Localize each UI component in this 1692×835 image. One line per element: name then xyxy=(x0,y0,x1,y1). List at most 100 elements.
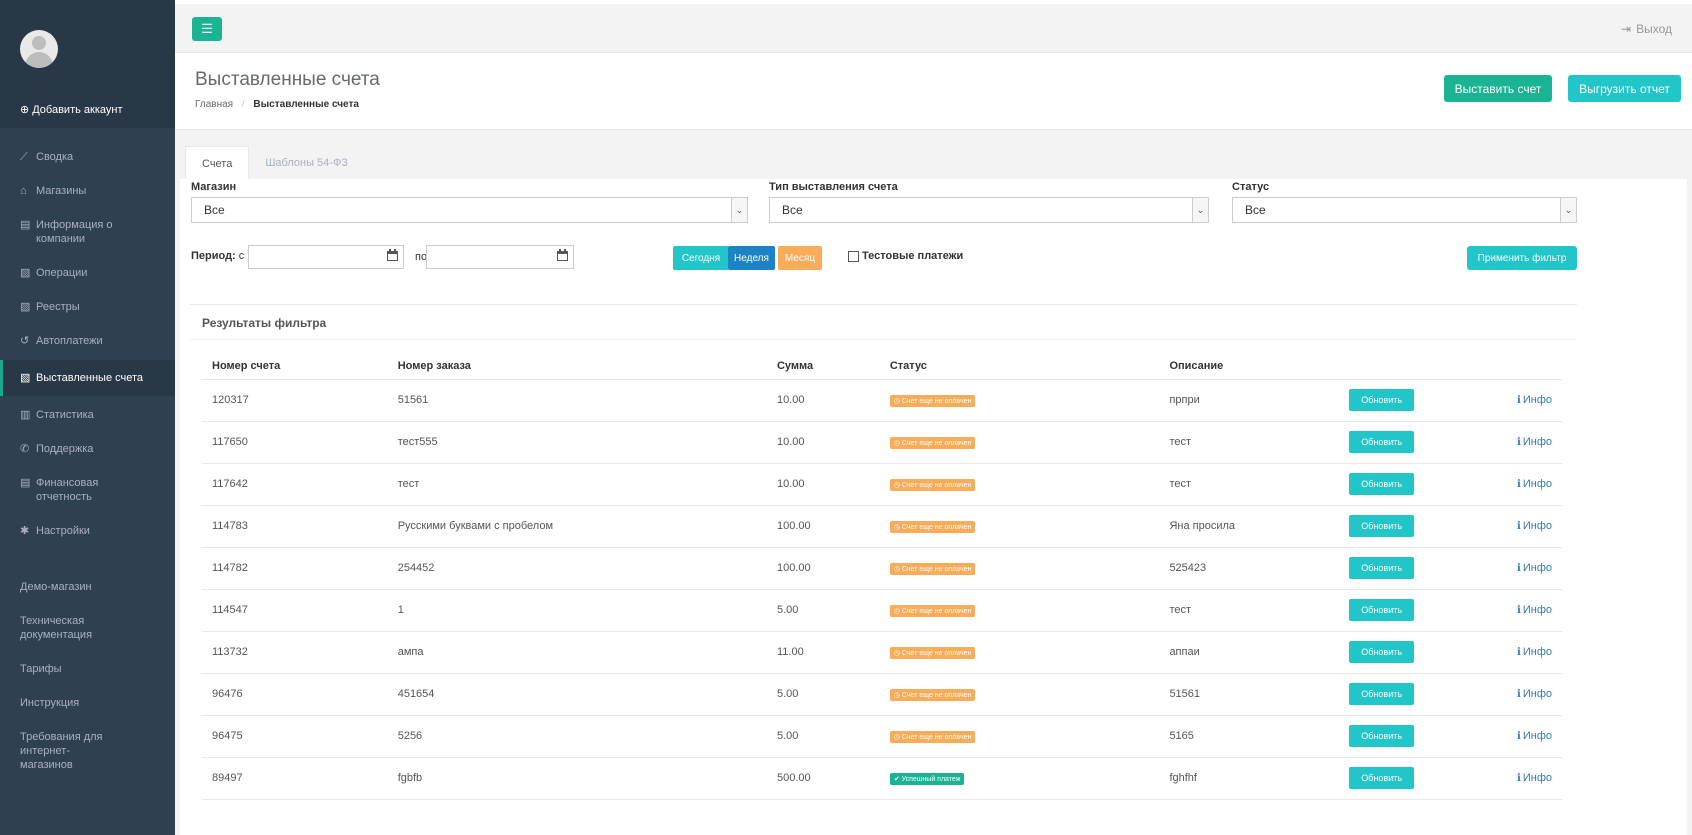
invoice-number: 96475 xyxy=(202,715,388,758)
refresh-button[interactable]: Обновить xyxy=(1349,557,1415,579)
today-button[interactable]: Сегодня xyxy=(673,246,729,270)
tab-invoices[interactable]: Счета xyxy=(185,146,250,180)
order-number: Русскими буквами с пробелом xyxy=(387,505,767,548)
breadcrumb: Главная / Выставленные счета xyxy=(195,99,359,110)
info-label: Инфо xyxy=(1522,436,1552,448)
info-link[interactable]: i Инфо xyxy=(1517,604,1552,616)
sidebar-item-autopayments[interactable]: ↺ Автоплатежи xyxy=(0,334,175,348)
invoice-type-select-value: Все xyxy=(782,203,803,217)
refresh-button[interactable]: Обновить xyxy=(1349,725,1415,747)
week-button[interactable]: Неделя xyxy=(728,246,775,270)
avatar[interactable] xyxy=(20,30,58,68)
refresh-button[interactable]: Обновить xyxy=(1349,599,1415,621)
info-cell: i Инфо xyxy=(1507,757,1562,800)
menu-toggle-button[interactable]: ☰ xyxy=(192,17,222,41)
info-link[interactable]: i Инфо xyxy=(1517,772,1552,784)
sidebar-link-instruction[interactable]: Инструкция xyxy=(0,696,175,710)
refresh-button[interactable]: Обновить xyxy=(1349,767,1415,789)
info-cell: i Инфо xyxy=(1507,673,1562,716)
order-number: fgbfb xyxy=(387,757,767,800)
sidebar-link-shop-requirements[interactable]: Требования для интернет-магазинов xyxy=(0,730,130,772)
file-icon: ▤ xyxy=(20,219,31,231)
chevron-down-icon: ⌄ xyxy=(1192,198,1208,222)
invoice-description: тест xyxy=(1159,463,1340,506)
invoices-table: Номер счета Номер заказа Сумма Статус Оп… xyxy=(202,353,1562,800)
status-select[interactable]: Все ⌄ xyxy=(1232,197,1577,223)
calendar-icon[interactable] xyxy=(556,249,569,262)
sidebar-item-summary[interactable]: ⟋ Сводка xyxy=(0,150,175,164)
info-link[interactable]: i Инфо xyxy=(1517,436,1552,448)
add-account-link[interactable]: ⊕ Добавить аккаунт xyxy=(20,103,122,117)
info-cell: i Инфо xyxy=(1507,631,1562,674)
create-invoice-button[interactable]: Выставить счет xyxy=(1444,75,1552,102)
test-payments-checkbox[interactable] xyxy=(848,250,859,262)
column-header-sum: Сумма xyxy=(766,353,880,380)
copy-icon: ▧ xyxy=(20,301,31,313)
invoice-sum: 11.00 xyxy=(766,631,880,674)
calendar-icon[interactable] xyxy=(386,249,399,262)
sidebar-item-operations[interactable]: ▧ Операции xyxy=(0,266,175,280)
profile-area: ⊕ Добавить аккаунт xyxy=(0,0,175,128)
invoice-description: Яна просила xyxy=(1159,505,1340,548)
invoice-type-select[interactable]: Все ⌄ xyxy=(769,197,1209,223)
invoice-number: 113732 xyxy=(202,631,388,674)
actions-cell: Обновить xyxy=(1339,505,1508,548)
clock-icon: ◷ xyxy=(893,733,902,741)
info-link[interactable]: i Инфо xyxy=(1517,688,1552,700)
logout-link[interactable]: ⇥ Выход xyxy=(1621,22,1672,36)
clock-icon: ◷ xyxy=(893,691,902,699)
breadcrumb-home[interactable]: Главная xyxy=(195,99,233,110)
refresh-button[interactable]: Обновить xyxy=(1349,641,1415,663)
divider xyxy=(190,304,1577,305)
tab-templates-54fz[interactable]: Шаблоны 54-ФЗ xyxy=(249,146,364,180)
info-cell: i Инфо xyxy=(1507,379,1562,422)
clock-icon: ◷ xyxy=(893,649,902,657)
status-badge: ◷ Счет еще не оплачен xyxy=(889,646,976,659)
sidebar-item-statistics[interactable]: ▥ Статистика xyxy=(0,408,175,422)
refresh-button[interactable]: Обновить xyxy=(1349,683,1415,705)
invoice-description: 51561 xyxy=(1159,673,1340,716)
status-badge-label: Счет еще не оплачен xyxy=(901,439,972,447)
status-badge: ◷ Счет еще не оплачен xyxy=(889,394,976,407)
info-link[interactable]: i Инфо xyxy=(1517,520,1552,532)
info-link[interactable]: i Инфо xyxy=(1517,562,1552,574)
sidebar-link-demo-shop[interactable]: Демо-магазин xyxy=(0,580,175,594)
sidebar-link-tech-docs[interactable]: Техническая документация xyxy=(0,614,120,642)
status-badge: ◷ Счет еще не оплачен xyxy=(889,730,976,743)
info-icon: i xyxy=(1517,689,1521,700)
invoice-number: 120317 xyxy=(202,379,388,422)
sidebar-nav: ⟋ Сводка ⌂ Магазины ▤ Информация о компа… xyxy=(0,150,175,538)
invoice-sum: 100.00 xyxy=(766,505,880,548)
sidebar-item-settings[interactable]: ✱ Настройки xyxy=(0,524,175,538)
sidebar-item-financial-reports[interactable]: ▤ Финансовая отчетность xyxy=(0,476,175,504)
status-badge: ◷ Счет еще не оплачен xyxy=(889,562,976,575)
apply-filter-button[interactable]: Применить фильтр xyxy=(1467,246,1577,270)
info-label: Инфо xyxy=(1522,646,1552,658)
info-link[interactable]: i Инфо xyxy=(1517,394,1552,406)
status-badge-label: Счет еще не оплачен xyxy=(901,607,972,615)
export-report-button[interactable]: Выгрузить отчет xyxy=(1568,75,1681,102)
status-badge-label: Успешный платеж xyxy=(901,775,961,783)
refresh-button[interactable]: Обновить xyxy=(1349,389,1415,411)
info-link[interactable]: i Инфо xyxy=(1517,730,1552,742)
actions-cell: Обновить xyxy=(1339,547,1508,590)
sidebar-item-support[interactable]: ✆ Поддержка xyxy=(0,442,175,456)
tab-panel: Магазин Все ⌄ Тип выставления счета Все … xyxy=(180,179,1687,835)
test-payments-toggle[interactable]: Тестовые платежи xyxy=(848,250,963,262)
sidebar-item-company-info[interactable]: ▤ Информация о компании xyxy=(0,218,175,246)
month-button[interactable]: Месяц xyxy=(778,246,822,270)
actions-cell: Обновить xyxy=(1339,589,1508,632)
sidebar-item-invoices[interactable]: ▧ Выставленные счета xyxy=(0,360,175,396)
refresh-button[interactable]: Обновить xyxy=(1349,431,1415,453)
sidebar-item-shops[interactable]: ⌂ Магазины xyxy=(0,184,175,198)
invoice-description: аппаи xyxy=(1159,631,1340,674)
refresh-button[interactable]: Обновить xyxy=(1349,473,1415,495)
date-to-input[interactable] xyxy=(426,245,574,269)
date-from-input[interactable] xyxy=(248,245,404,269)
info-link[interactable]: i Инфо xyxy=(1517,646,1552,658)
sidebar-item-registries[interactable]: ▧ Реестры xyxy=(0,300,175,314)
info-link[interactable]: i Инфо xyxy=(1517,478,1552,490)
refresh-button[interactable]: Обновить xyxy=(1349,515,1415,537)
sidebar-link-tariffs[interactable]: Тарифы xyxy=(0,662,175,676)
shop-select[interactable]: Все ⌄ xyxy=(191,197,748,223)
